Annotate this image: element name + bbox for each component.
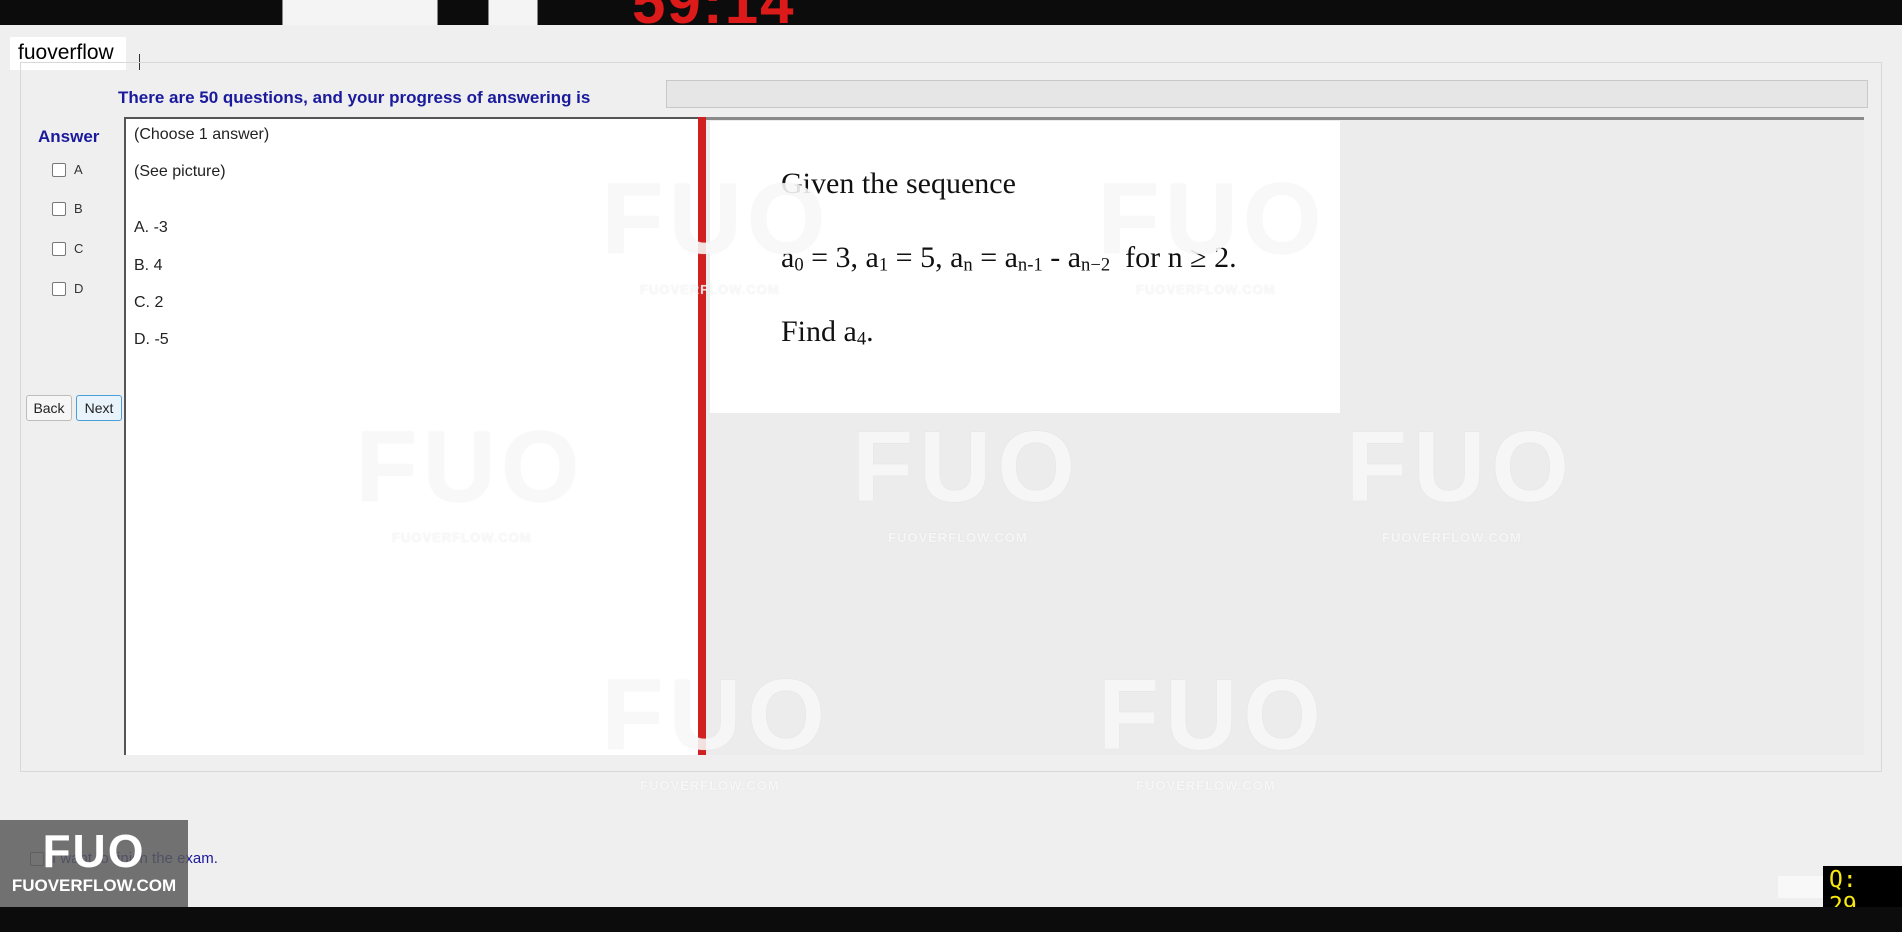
top-bar: 59:14 bbox=[0, 0, 1902, 25]
question-instruction: (Choose 1 answer) bbox=[134, 126, 270, 143]
exam-timer: 59:14 bbox=[632, 0, 795, 25]
watermark-text: FUOVERFLOW.COM bbox=[888, 530, 1028, 545]
option-d-label: D bbox=[74, 281, 84, 296]
option-a-label: A bbox=[74, 162, 83, 177]
watermark-text: FUOVERFLOW.COM bbox=[640, 778, 780, 793]
back-button[interactable]: Back bbox=[26, 395, 72, 421]
logo-text: FUOVERFLOW.COM bbox=[11, 876, 177, 895]
watermark-text: FUOVERFLOW.COM bbox=[1382, 530, 1522, 545]
answer-heading: Answer bbox=[38, 127, 100, 146]
watermark-logo: FUO bbox=[602, 659, 832, 771]
question-see-picture: (See picture) bbox=[134, 163, 226, 180]
option-b-label: B bbox=[74, 201, 83, 216]
checkbox-icon[interactable] bbox=[52, 201, 66, 216]
dropdown-control[interactable] bbox=[282, 0, 438, 25]
watermark-text: FUOVERFLOW.COM bbox=[392, 530, 532, 545]
choice-d: D. -5 bbox=[134, 331, 169, 348]
next-button[interactable]: Next bbox=[76, 395, 122, 421]
choice-c: C. 2 bbox=[134, 294, 164, 311]
progress-bar bbox=[666, 80, 1868, 108]
watermark-logo: FUO bbox=[852, 411, 1082, 523]
small-control[interactable] bbox=[488, 0, 538, 25]
checkbox-icon[interactable] bbox=[52, 162, 66, 177]
checkbox-icon[interactable] bbox=[52, 281, 66, 296]
logo-mark: FUO bbox=[42, 825, 146, 877]
option-c-checkbox[interactable]: C bbox=[52, 241, 83, 256]
qcount-backdrop bbox=[1778, 876, 1826, 898]
watermark-text: FUOVERFLOW.COM bbox=[640, 282, 780, 297]
watermark-logo: FUO bbox=[602, 163, 832, 275]
watermark-text: FUOVERFLOW.COM bbox=[1136, 282, 1276, 297]
option-c-label: C bbox=[74, 241, 84, 256]
progress-label: There are 50 questions, and your progres… bbox=[118, 88, 591, 107]
bottom-bar bbox=[0, 907, 1902, 932]
choice-b: B. 4 bbox=[134, 257, 163, 274]
watermark-logo: FUO bbox=[1346, 411, 1576, 523]
option-b-checkbox[interactable]: B bbox=[52, 201, 83, 216]
watermark-text: FUOVERFLOW.COM bbox=[1136, 778, 1276, 793]
fuo-logo: FUO FUOVERFLOW.COM bbox=[0, 820, 188, 907]
watermark-logo: FUO bbox=[356, 411, 586, 523]
watermark-logo: FUO bbox=[1098, 659, 1328, 771]
image-line-3: Find a4. bbox=[781, 315, 874, 350]
checkbox-icon[interactable] bbox=[52, 241, 66, 256]
choice-a: A. -3 bbox=[134, 219, 168, 236]
option-a-checkbox[interactable]: A bbox=[52, 162, 83, 177]
watermark-logo: FUO bbox=[1098, 163, 1328, 275]
option-d-checkbox[interactable]: D bbox=[52, 281, 83, 296]
